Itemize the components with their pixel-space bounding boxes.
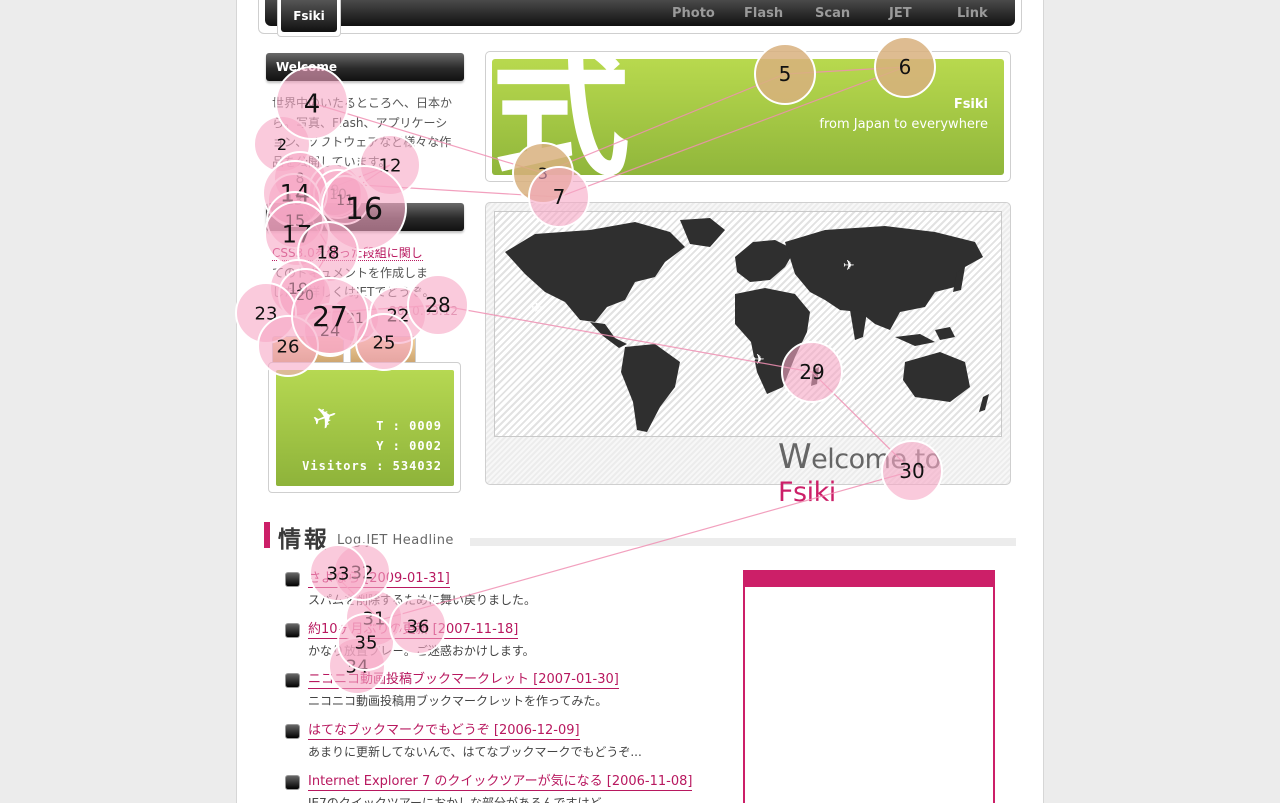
log-heading (266, 203, 464, 231)
nav-photo[interactable]: Photo (672, 6, 715, 21)
log-entry: CSS3.0を使った段組に関し てのドキュメントを作成しま した。詳しくはJET… (272, 244, 458, 303)
svg-text:✈: ✈ (531, 300, 543, 316)
counter-yesterday: Y : 0002 (376, 439, 442, 453)
news-item-desc: かなり放置プレー。ご迷惑おかけします。 (308, 644, 535, 658)
news-item-desc: あまりに更新してないんで、はてなブックマークでもどうぞ... (308, 745, 642, 759)
hero-title: Fsiki (953, 97, 988, 112)
svg-text:✈: ✈ (843, 258, 855, 274)
news-item-title[interactable]: 約10ヶ月ぶりの更新 [2007-11-18] (308, 621, 519, 639)
svg-text:✈: ✈ (753, 352, 765, 368)
counter-visitors: Visitors : 534032 (302, 459, 442, 473)
log-date: 2010.03.12 (389, 304, 458, 318)
news-item-title[interactable]: ニコニコ動画投稿ブックマークレット [2007-01-30] (308, 671, 619, 689)
map-caption-brand: Fsiki (778, 477, 836, 508)
welcome-heading: Welcome (266, 53, 464, 81)
news-item-title[interactable]: はてなブックマークでもどうぞ [2006-12-09] (308, 722, 580, 740)
map-caption-mid: elcome to (811, 444, 941, 475)
world-map: ✈ ✈ ✈ (494, 211, 1002, 437)
news-item: ニコニコ動画投稿ブックマークレット [2007-01-30] ニコニコ動画投稿用… (285, 671, 725, 708)
right-panel-header (745, 572, 993, 587)
site-logo[interactable]: Fsiki (281, 0, 337, 32)
bullet-icon (285, 775, 300, 790)
bullet-icon (285, 724, 300, 739)
map-caption-w: W (778, 437, 812, 477)
news-item: はてなブックマークでもどうぞ [2006-12-09] あまりに更新してないんで… (285, 722, 725, 759)
news-item-desc: スパムを削除するために舞い戻りました。 (308, 593, 537, 607)
nav-scan[interactable]: Scan (815, 6, 850, 21)
hero-banner: 式 Fsiki from Japan to everywhere (492, 59, 1004, 175)
log-entry-text: てのドキュメントを作成しま (272, 265, 429, 280)
map-caption: Welcome to Fsiki (778, 437, 996, 508)
log-entry-link[interactable]: CSS3.0を使った段組に関し (272, 246, 423, 261)
nav-flash[interactable]: Flash (744, 6, 783, 21)
bullet-icon (285, 572, 300, 587)
news-subheading: Log.JET Headline (337, 533, 454, 548)
news-item: 約10ヶ月ぶりの更新 [2007-11-18] かなり放置プレー。ご迷惑おかけし… (285, 621, 725, 658)
world-map-graphic: ✈ ✈ ✈ (505, 218, 989, 432)
news-item-desc: IE7のクイックツアーにおかしな部分があるんですけど。 (308, 796, 613, 803)
log-entry-text-end: した。詳しくはJETでどうぞ。 (272, 285, 435, 299)
counter-today: T : 0009 (376, 419, 442, 433)
news-item: さよなら [2009-01-31] スパムを削除するために舞い戻りました。 (285, 570, 725, 607)
news-item-title[interactable]: さよなら [2009-01-31] (308, 570, 450, 588)
bullet-icon (285, 623, 300, 638)
news-heading-accent (264, 522, 270, 548)
bullet-icon (285, 673, 300, 688)
nav-jet[interactable]: JET (889, 6, 912, 21)
nav-link[interactable]: Link (957, 6, 988, 21)
welcome-text: 世界中のいたるところへ、日本から。写真、Flash、アプリケーション、ソフトウェ… (272, 96, 453, 169)
news-item-title[interactable]: Internet Explorer 7 のクイックツアーが気になる [2006-… (308, 773, 693, 791)
news-heading-rule (470, 538, 1016, 546)
news-item-desc: ニコニコ動画投稿用ブックマークレットを作ってみた。 (308, 694, 608, 708)
hero-subtitle: from Japan to everywhere (819, 117, 988, 132)
news-item: Internet Explorer 7 のクイックツアーが気になる [2006-… (285, 773, 725, 803)
right-panel (743, 570, 995, 803)
hero-kanji: 式 (492, 59, 631, 175)
news-heading: 情報 (278, 527, 330, 553)
